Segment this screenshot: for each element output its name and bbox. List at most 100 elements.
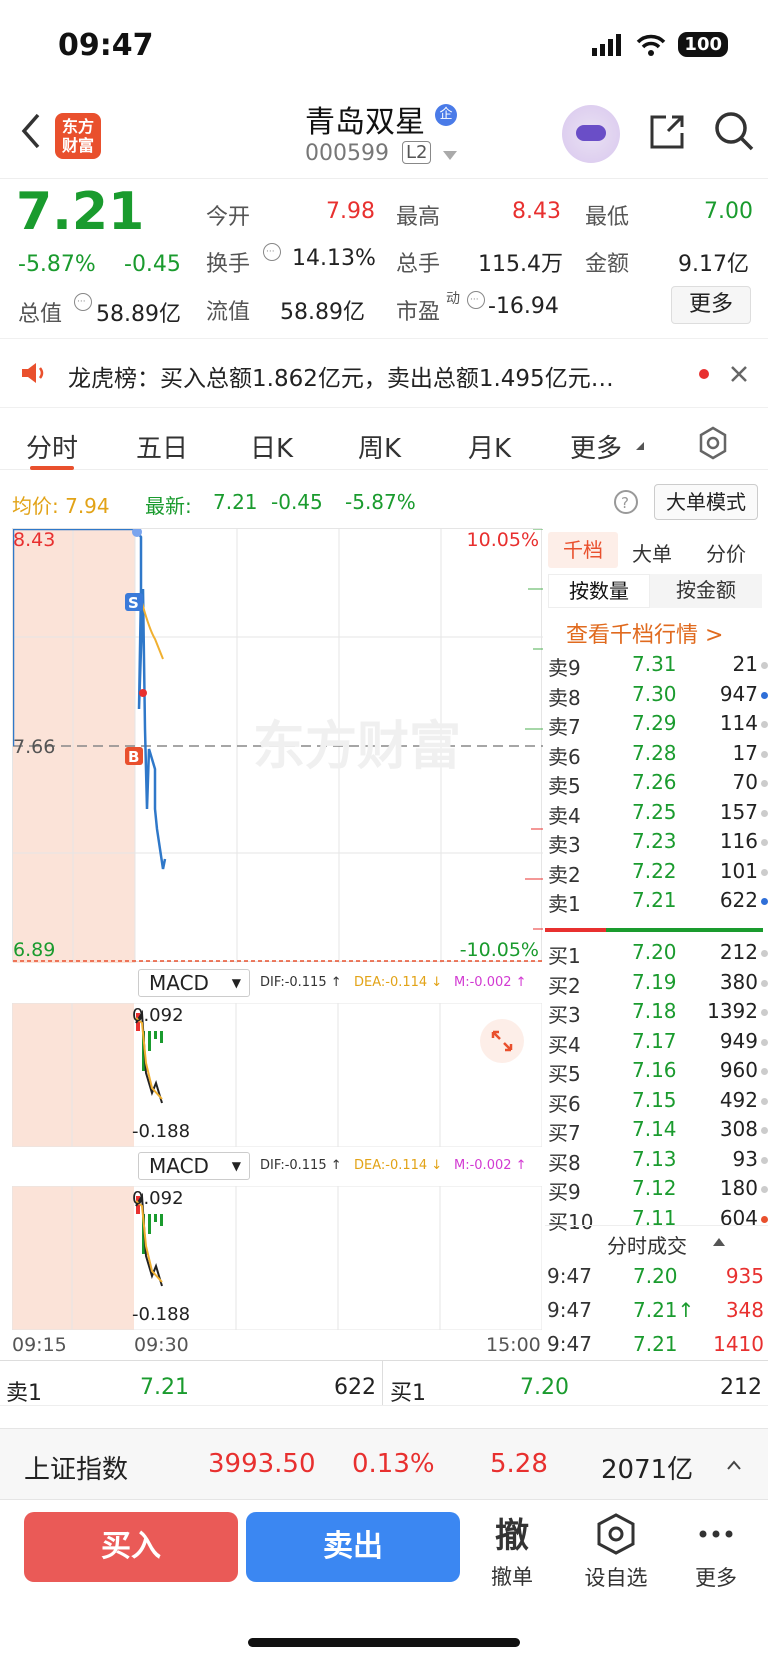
bid-row[interactable]: 买5 7.16 960 <box>548 1058 768 1087</box>
ask-level-volume: 622 <box>719 888 758 912</box>
bid-level-volume: 93 <box>732 1146 758 1171</box>
trade-volume: 1410 <box>713 1332 764 1356</box>
trades-panel[interactable]: 分时成交 9:47 7.20 935 9:47 7.21↑ 348 9:47 7.21 1410 <box>545 1225 768 1359</box>
order-dot-icon <box>761 662 768 669</box>
order-dot-icon <box>761 979 768 987</box>
bid1-label: 买1 <box>390 1381 426 1406</box>
bid-level-label: 买5 <box>548 1062 581 1086</box>
view-depth-link[interactable]: 查看千档行情 > <box>566 617 723 649</box>
book-tab-price[interactable]: 分价 <box>706 538 746 567</box>
ask-level-price: 7.21 <box>632 888 677 912</box>
bid-row[interactable]: 买3 7.18 1392 <box>548 999 768 1028</box>
ask-level-volume: 947 <box>719 681 758 706</box>
ask-row[interactable]: 卖3 7.23 116 <box>548 829 768 858</box>
ask-level-price: 7.22 <box>632 858 677 883</box>
bid-level-price: 7.18 <box>632 999 677 1023</box>
ask-level-label: 卖2 <box>548 862 581 887</box>
ask-level-price: 7.31 <box>632 652 677 676</box>
cancel-order-button[interactable]: 撤 撤单 <box>480 1508 544 1591</box>
sell-button[interactable]: 卖出 <box>246 1512 460 1582</box>
bid-level-price: 7.12 <box>632 1176 677 1200</box>
order-dot-icon <box>761 809 768 817</box>
ask-row[interactable]: 卖4 7.25 157 <box>548 800 768 829</box>
ask-level-label: 卖8 <box>548 685 581 710</box>
ask-row[interactable]: 卖8 7.30 947 <box>548 682 768 711</box>
order-dot-icon <box>761 691 768 699</box>
order-book: 千档 大单 分价 按数量 按金额 查看千档行情 > 卖9 7.31 21 卖8 7.30… <box>0 0 768 1360</box>
ask-row[interactable]: 卖9 7.31 21 <box>548 652 768 681</box>
ask-level-volume: 101 <box>719 858 758 883</box>
bid-row[interactable]: 买4 7.17 949 <box>548 1029 768 1058</box>
ask-level-price: 7.29 <box>632 711 677 735</box>
ask1-label: 卖1 <box>6 1381 42 1406</box>
bid1-volume: 212 <box>720 1375 762 1400</box>
bid-row[interactable]: 买1 7.20 212 <box>548 940 768 969</box>
order-dot-icon <box>761 1097 768 1105</box>
ask-row[interactable]: 卖2 7.22 101 <box>548 859 768 888</box>
book-tab-depth[interactable]: 千档 <box>548 532 618 568</box>
trade-volume: 348 <box>725 1298 764 1322</box>
index-pct: 0.13% <box>352 1449 435 1479</box>
bid-row[interactable]: 买9 7.12 180 <box>548 1176 768 1205</box>
ask-level-label: 卖1 <box>548 892 581 916</box>
order-dot-icon <box>761 950 768 957</box>
ask-row[interactable]: 卖6 7.28 17 <box>548 741 768 770</box>
order-dot-icon <box>761 839 768 846</box>
ask-level-volume: 17 <box>732 740 758 765</box>
bid-level-label: 买7 <box>548 1121 581 1145</box>
clipped-row <box>0 1405 768 1427</box>
bid-row[interactable]: 买8 7.13 93 <box>548 1147 768 1176</box>
trades-title[interactable]: 分时成交 <box>607 1230 687 1259</box>
order-dot-icon <box>761 1068 768 1075</box>
ask-level-label: 卖6 <box>548 744 581 769</box>
index-bar[interactable]: 上证指数 3993.50 0.13% 5.28 2071亿 <box>0 1428 768 1500</box>
hexagon-icon <box>597 1513 635 1555</box>
bid-level-label: 买1 <box>548 944 581 968</box>
bid-level-label: 买3 <box>548 1003 581 1027</box>
buy-button[interactable]: 买入 <box>24 1512 238 1582</box>
bid-level-price: 7.19 <box>632 969 677 994</box>
ask-level-label: 卖3 <box>548 833 581 857</box>
order-dot-icon <box>761 1156 768 1164</box>
ask-level-volume: 157 <box>719 799 758 824</box>
index-value: 3993.50 <box>208 1449 316 1479</box>
trade-time: 9:47 <box>547 1298 592 1322</box>
ask-row[interactable]: 卖7 7.29 114 <box>548 711 768 740</box>
by-quantity-button[interactable]: 按数量 <box>548 574 650 608</box>
bid-row[interactable]: 买2 7.19 380 <box>548 970 768 999</box>
bid-level-label: 买4 <box>548 1032 581 1057</box>
more-actions-button[interactable]: 更多 <box>686 1512 746 1592</box>
ask-row[interactable]: 卖1 7.21 622 <box>548 888 768 917</box>
bid-level-volume: 380 <box>719 969 758 994</box>
home-indicator <box>248 1638 520 1647</box>
bid-level-price: 7.20 <box>632 940 677 964</box>
bid-level-volume: 180 <box>719 1176 758 1200</box>
ask1-volume: 622 <box>334 1375 376 1400</box>
trade-price: 7.20 <box>633 1264 678 1288</box>
index-name: 上证指数 <box>24 1455 129 1485</box>
order-dot-icon <box>761 750 768 758</box>
ask-level-volume: 70 <box>732 770 758 794</box>
bid-ask-ratio-bar <box>545 928 763 932</box>
index-amount: 2071亿 <box>601 1455 694 1485</box>
ask-row[interactable]: 卖5 7.26 70 <box>548 770 768 799</box>
order-dot-icon <box>761 868 768 876</box>
chevron-up-icon[interactable] <box>726 1459 742 1471</box>
bid-row[interactable]: 买7 7.14 308 <box>548 1117 768 1146</box>
by-amount-button[interactable]: 按金额 <box>650 574 762 608</box>
bid-level-label: 买9 <box>548 1180 581 1204</box>
bid-level-price: 7.17 <box>632 1028 677 1053</box>
ask-level-price: 7.25 <box>632 799 677 824</box>
ask-level-price: 7.28 <box>632 740 677 765</box>
book-tab-big-order[interactable]: 大单 <box>632 538 672 567</box>
bid1-price: 7.20 <box>520 1375 569 1400</box>
order-dot-icon <box>761 1215 768 1223</box>
bid-level-label: 买2 <box>548 973 581 998</box>
bid-level-price: 7.14 <box>632 1117 677 1141</box>
order-dot-icon <box>761 780 768 787</box>
bid-row[interactable]: 买6 7.15 492 <box>548 1088 768 1117</box>
add-watchlist-button[interactable]: 设自选 <box>576 1512 656 1592</box>
order-dot-icon <box>761 1127 768 1134</box>
trade-price: 7.21 <box>633 1332 678 1356</box>
trade-price: 7.21↑ <box>633 1298 695 1322</box>
